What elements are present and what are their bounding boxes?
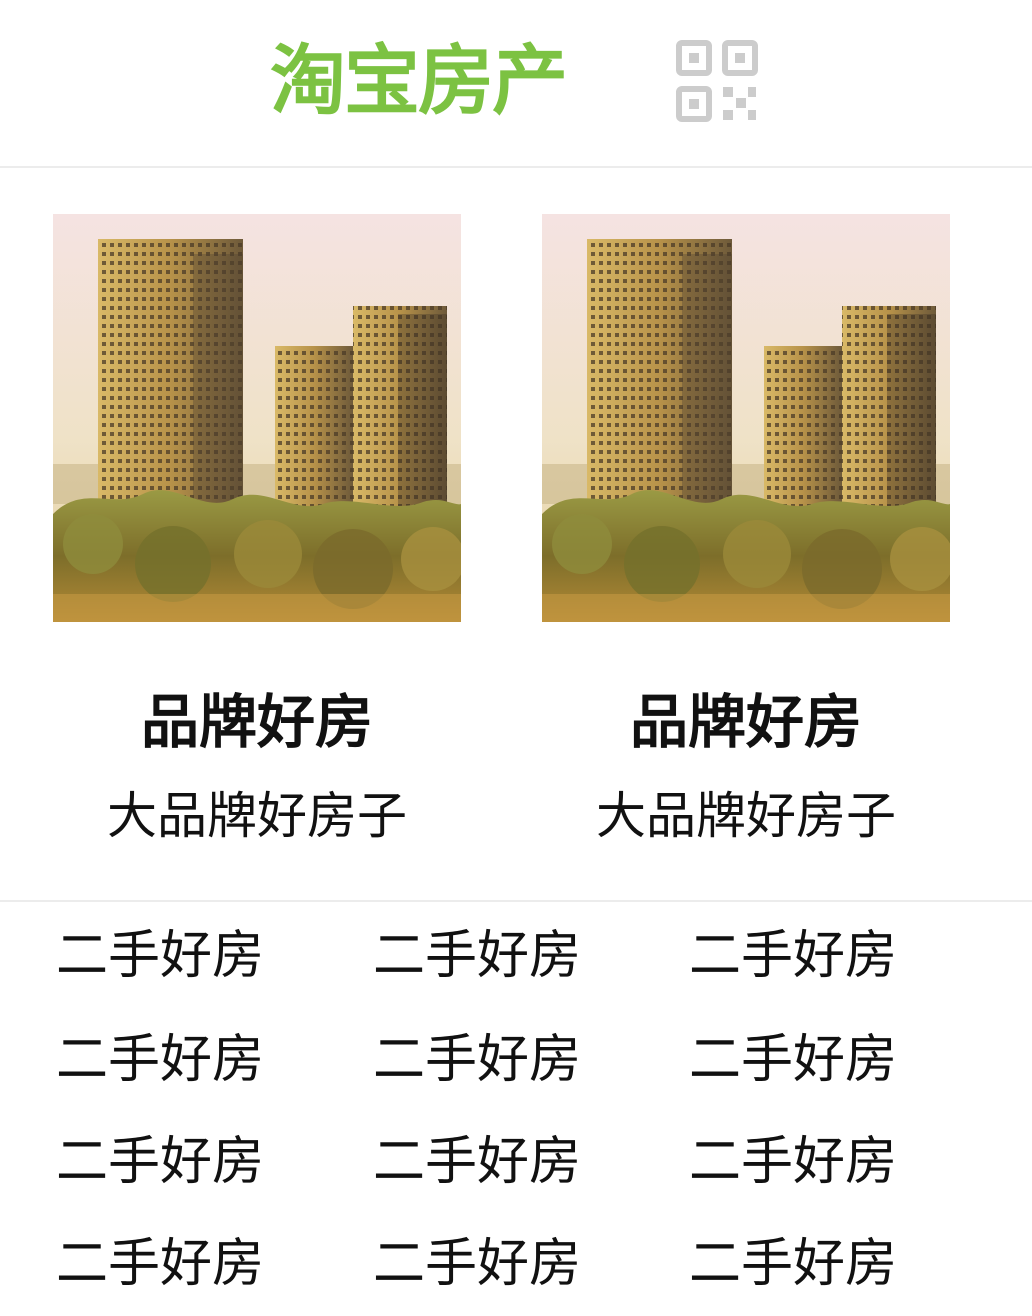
link-grid: 二手好房 二手好房 二手好房 二手好房 二手好房 二手好房 二手好房 二手好房 … <box>0 904 1032 1312</box>
card-title[interactable]: 品牌好房 <box>53 686 461 758</box>
link-item[interactable]: 二手好房 <box>56 1212 356 1316</box>
link-item[interactable]: 二手好房 <box>689 1008 989 1112</box>
building-photo[interactable] <box>53 214 461 622</box>
page-header: 淘宝房产 <box>0 0 1032 168</box>
card-title[interactable]: 品牌好房 <box>542 686 950 758</box>
featured-card[interactable]: 品牌好房 大品牌好房子 <box>542 214 950 846</box>
card-subtitle: 大品牌好房子 <box>596 787 896 845</box>
featured-card[interactable]: 品牌好房 大品牌好房子 <box>53 214 461 846</box>
link-item[interactable]: 二手好房 <box>373 1110 673 1214</box>
link-item[interactable]: 二手好房 <box>56 904 356 1008</box>
section-divider <box>0 900 1032 902</box>
link-item[interactable]: 二手好房 <box>373 1008 673 1112</box>
link-item[interactable]: 二手好房 <box>689 904 989 1008</box>
featured-section: 品牌好房 大品牌好房子 品牌好房 大品牌好房子 <box>0 168 1032 902</box>
link-item[interactable]: 二手好房 <box>56 1008 356 1112</box>
link-item[interactable]: 二手好房 <box>373 904 673 1008</box>
taobao-house-logo[interactable]: 淘宝房产 <box>270 36 568 126</box>
link-item[interactable]: 二手好房 <box>56 1110 356 1214</box>
qr-code-icon[interactable] <box>676 40 758 122</box>
card-subtitle: 大品牌好房子 <box>107 787 407 845</box>
link-item[interactable]: 二手好房 <box>689 1110 989 1214</box>
building-photo[interactable] <box>542 214 950 622</box>
link-item[interactable]: 二手好房 <box>689 1212 989 1316</box>
link-item[interactable]: 二手好房 <box>373 1212 673 1316</box>
